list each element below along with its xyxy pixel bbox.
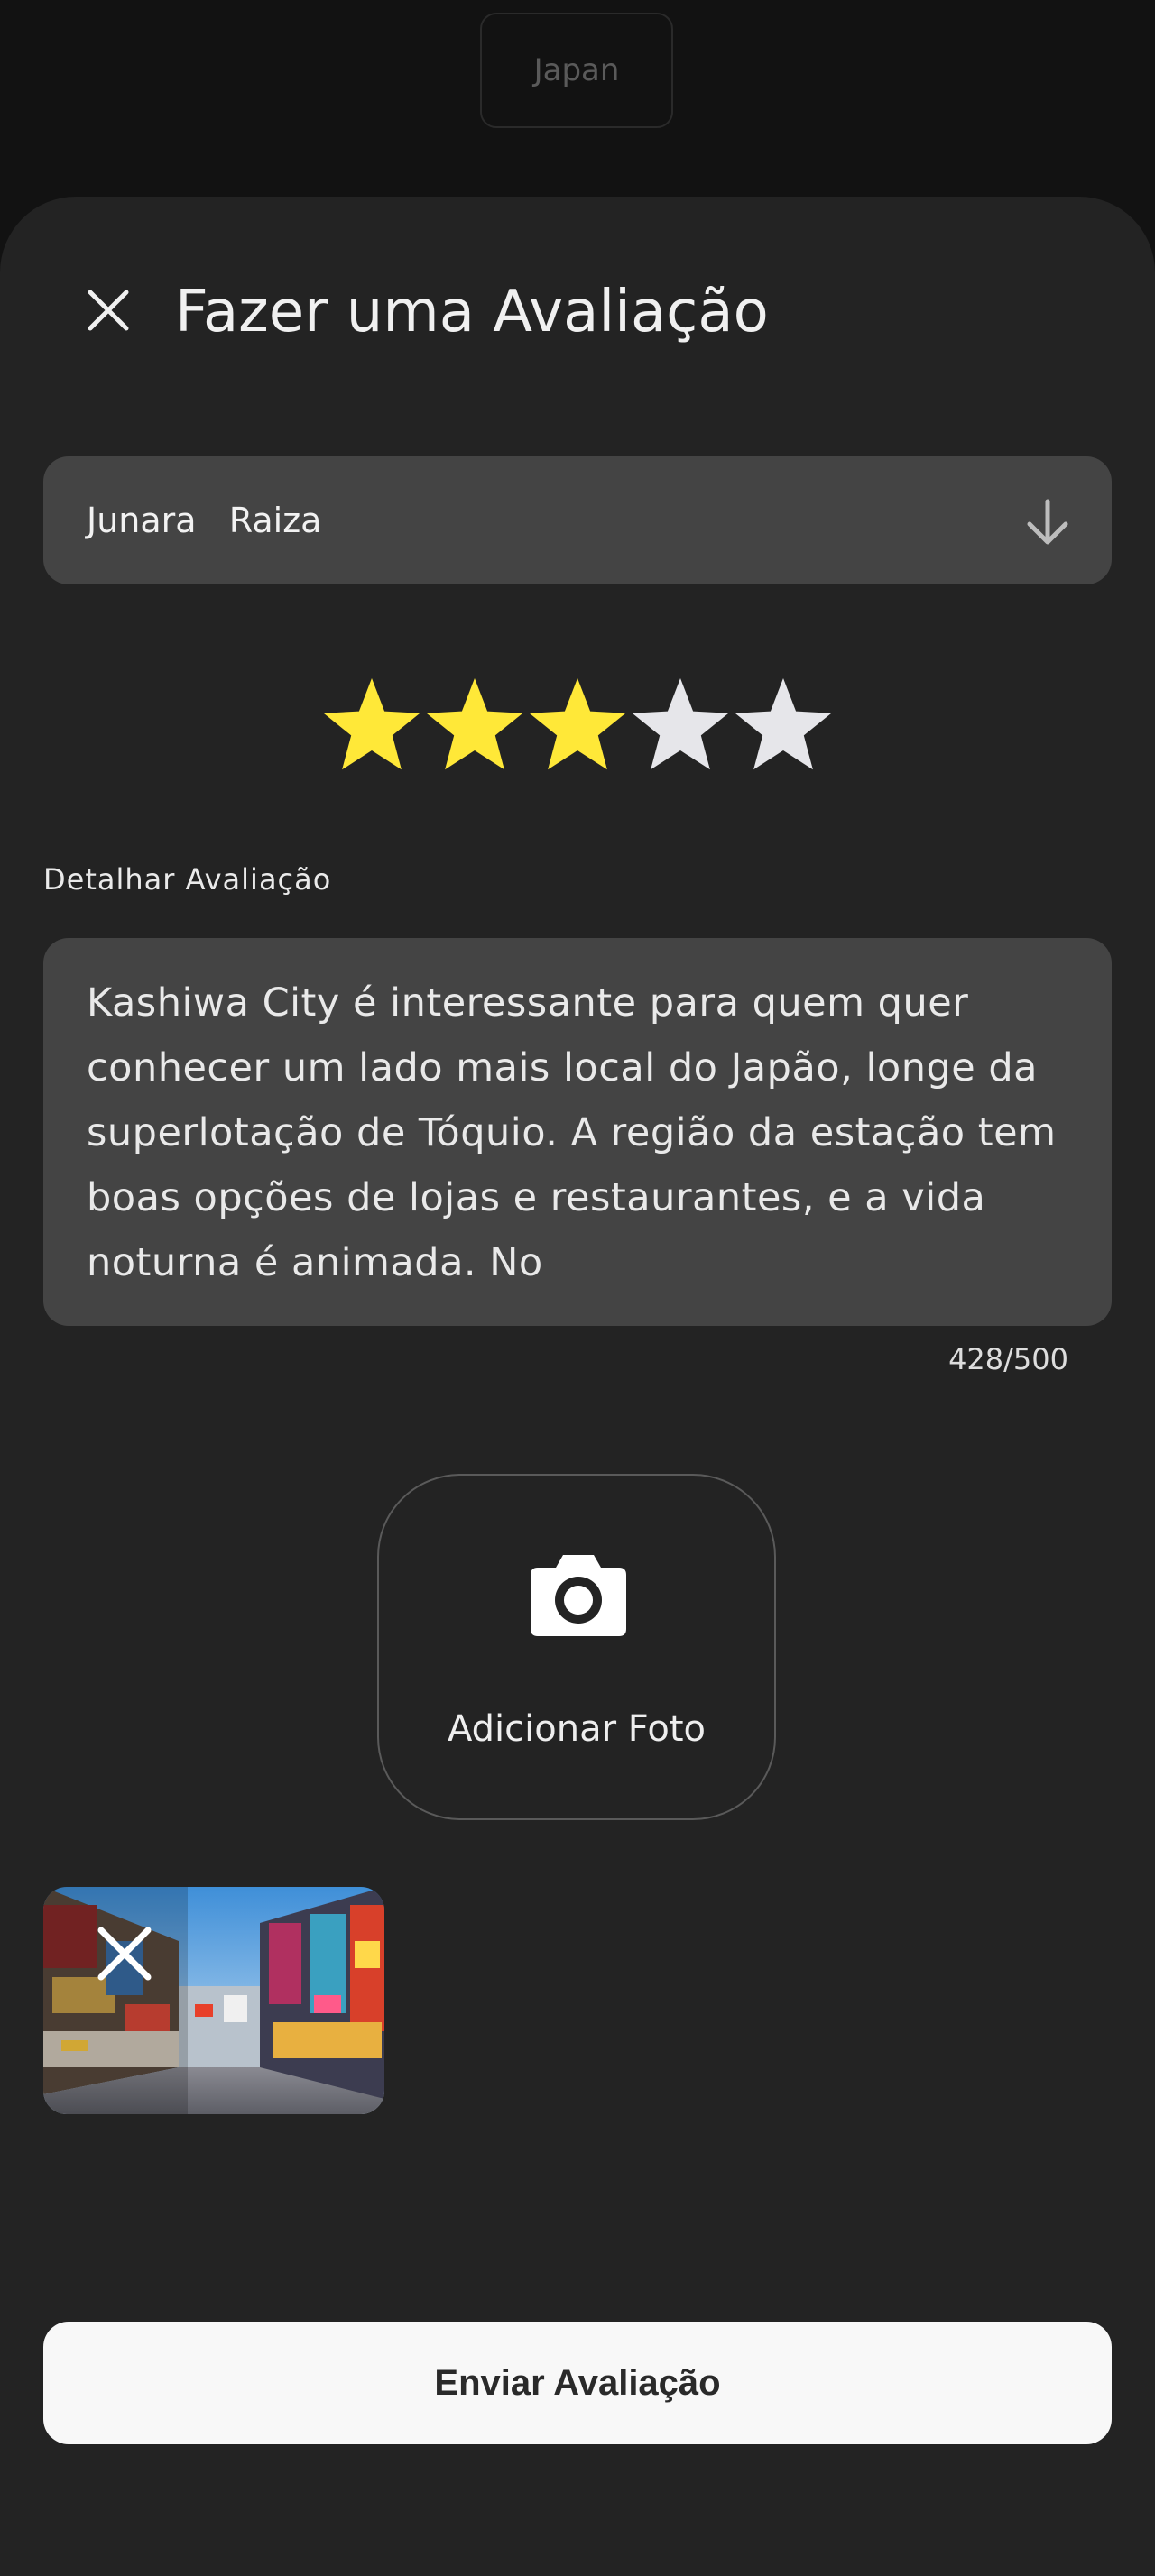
star-empty-icon[interactable] <box>630 673 731 781</box>
sheet-title: Fazer uma Avaliação <box>175 279 769 345</box>
review-textarea[interactable]: Kashiwa City é interessante para quem qu… <box>43 938 1112 1326</box>
close-button[interactable] <box>72 274 144 346</box>
review-details-label: Detalhar Avaliação <box>43 862 332 897</box>
character-counter: 428/500 <box>948 1342 1068 1376</box>
camera-icon <box>531 1555 626 1636</box>
remove-photo-close-icon[interactable] <box>90 1919 159 1988</box>
add-photo-label: Adicionar Foto <box>448 1708 706 1750</box>
user-select-value: Junara Raiza <box>87 501 322 540</box>
star-filled-icon[interactable] <box>527 673 628 781</box>
star-rating <box>321 673 834 781</box>
submit-review-button[interactable]: Enviar Avaliação <box>43 2322 1112 2444</box>
add-photo-button[interactable]: Adicionar Foto <box>377 1474 776 1820</box>
arrow-down-icon <box>1027 499 1068 545</box>
star-filled-icon[interactable] <box>424 673 525 781</box>
attached-photo-thumbnail <box>43 1887 384 2114</box>
country-chip-japan[interactable]: Japan <box>480 13 673 128</box>
user-select[interactable]: Junara Raiza <box>43 456 1112 584</box>
review-bottom-sheet: Fazer uma Avaliação Junara Raiza Detalha… <box>0 197 1155 2576</box>
star-filled-icon[interactable] <box>321 673 422 781</box>
star-empty-icon[interactable] <box>733 673 834 781</box>
close-icon <box>88 290 129 331</box>
app-screen: Japan Fazer uma Avaliação Junara Raiza D… <box>0 0 1155 2576</box>
